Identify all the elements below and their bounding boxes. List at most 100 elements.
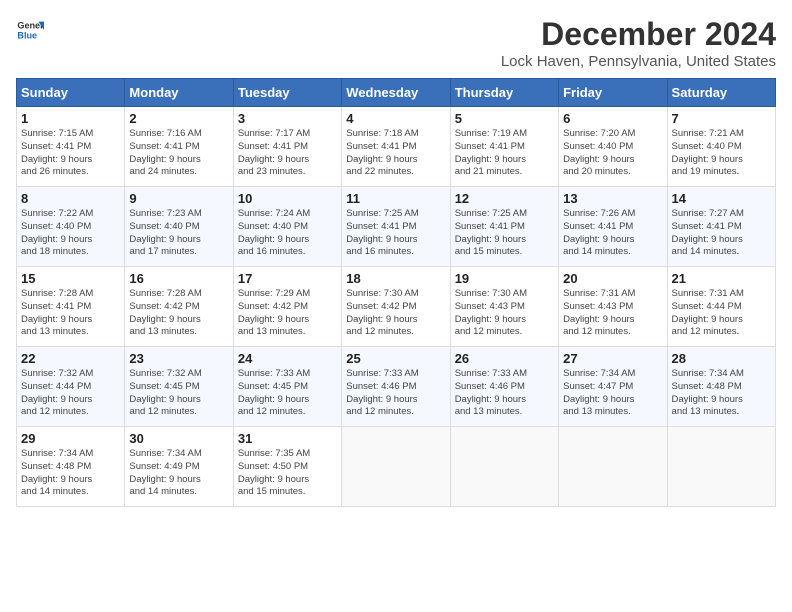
svg-text:Blue: Blue: [17, 30, 37, 40]
calendar-header-row: SundayMondayTuesdayWednesdayThursdayFrid…: [17, 79, 776, 107]
calendar-cell: 18Sunrise: 7:30 AM Sunset: 4:42 PM Dayli…: [342, 267, 450, 347]
day-info: Sunrise: 7:34 AM Sunset: 4:49 PM Dayligh…: [129, 448, 228, 499]
day-number: 5: [455, 111, 554, 126]
day-number: 17: [238, 271, 337, 286]
day-info: Sunrise: 7:21 AM Sunset: 4:40 PM Dayligh…: [672, 128, 771, 179]
calendar-cell: 4Sunrise: 7:18 AM Sunset: 4:41 PM Daylig…: [342, 107, 450, 187]
header: General Blue December 2024 Lock Haven, P…: [16, 16, 776, 70]
day-header-monday: Monday: [125, 79, 233, 107]
calendar-cell: 23 Sunrise: 7:32 AM Sunset: 4:45 PM Dayli…: [125, 347, 233, 427]
day-info: Sunrise: 7:30 AM Sunset: 4:42 PM Dayligh…: [346, 288, 445, 339]
day-info: Sunrise: 7:25 AM Sunset: 4:41 PM Dayligh…: [455, 208, 554, 259]
day-info: Sunrise: 7:29 AM Sunset: 4:42 PM Dayligh…: [238, 288, 337, 339]
day-number: 2: [129, 111, 228, 126]
calendar-cell: 3 Sunrise: 7:17 AM Sunset: 4:41 PM Daylig…: [233, 107, 341, 187]
calendar-cell: 10 Sunrise: 7:24 AM Sunset: 4:40 PM Dayli…: [233, 187, 341, 267]
day-number: 21: [672, 271, 771, 286]
day-info: Sunrise: 7:35 AM Sunset: 4:50 PM Dayligh…: [238, 448, 337, 499]
day-number: 26: [455, 351, 554, 366]
day-info: Sunrise: 7:33 AM Sunset: 4:46 PM Dayligh…: [455, 368, 554, 419]
calendar-cell: 27 Sunrise: 7:34 AM Sunset: 4:47 PM Dayli…: [559, 347, 667, 427]
calendar-cell: 30 Sunrise: 7:34 AM Sunset: 4:49 PM Dayli…: [125, 427, 233, 507]
day-info: Sunrise: 7:32 AM Sunset: 4:45 PM Dayligh…: [129, 368, 228, 419]
calendar-cell: 5 Sunrise: 7:19 AM Sunset: 4:41 PM Daylig…: [450, 107, 558, 187]
day-info: Sunrise: 7:28 AM Sunset: 4:42 PM Dayligh…: [129, 288, 228, 339]
day-number: 7: [672, 111, 771, 126]
day-number: 3: [238, 111, 337, 126]
main-title: December 2024: [501, 16, 776, 53]
calendar-cell: 13Sunrise: 7:26 AM Sunset: 4:41 PM Dayli…: [559, 187, 667, 267]
day-number: 9: [129, 191, 228, 206]
logo: General Blue: [16, 16, 44, 44]
week-row-3: 15Sunrise: 7:28 AM Sunset: 4:41 PM Dayli…: [17, 267, 776, 347]
day-number: 14: [672, 191, 771, 206]
day-info: Sunrise: 7:19 AM Sunset: 4:41 PM Dayligh…: [455, 128, 554, 179]
day-number: 11: [346, 191, 445, 206]
day-number: 6: [563, 111, 662, 126]
day-number: 16: [129, 271, 228, 286]
day-number: 22: [21, 351, 120, 366]
day-number: 10: [238, 191, 337, 206]
calendar-cell: [342, 427, 450, 507]
day-info: Sunrise: 7:22 AM Sunset: 4:40 PM Dayligh…: [21, 208, 120, 259]
calendar-cell: 6 Sunrise: 7:20 AM Sunset: 4:40 PM Daylig…: [559, 107, 667, 187]
day-header-wednesday: Wednesday: [342, 79, 450, 107]
day-info: Sunrise: 7:32 AM Sunset: 4:44 PM Dayligh…: [21, 368, 120, 419]
day-number: 28: [672, 351, 771, 366]
day-number: 31: [238, 431, 337, 446]
day-number: 12: [455, 191, 554, 206]
calendar-cell: 12 Sunrise: 7:25 AM Sunset: 4:41 PM Dayli…: [450, 187, 558, 267]
calendar-cell: 2 Sunrise: 7:16 AM Sunset: 4:41 PM Daylig…: [125, 107, 233, 187]
day-header-thursday: Thursday: [450, 79, 558, 107]
day-info: Sunrise: 7:34 AM Sunset: 4:48 PM Dayligh…: [672, 368, 771, 419]
day-info: Sunrise: 7:16 AM Sunset: 4:41 PM Dayligh…: [129, 128, 228, 179]
calendar-cell: 29 Sunrise: 7:34 AM Sunset: 4:48 PM Dayli…: [17, 427, 125, 507]
week-row-1: 1Sunrise: 7:15 AM Sunset: 4:41 PM Daylig…: [17, 107, 776, 187]
day-number: 19: [455, 271, 554, 286]
day-info: Sunrise: 7:18 AM Sunset: 4:41 PM Dayligh…: [346, 128, 445, 179]
calendar-cell: [667, 427, 775, 507]
calendar-cell: 19Sunrise: 7:30 AM Sunset: 4:43 PM Dayli…: [450, 267, 558, 347]
day-info: Sunrise: 7:17 AM Sunset: 4:41 PM Dayligh…: [238, 128, 337, 179]
day-info: Sunrise: 7:20 AM Sunset: 4:40 PM Dayligh…: [563, 128, 662, 179]
day-number: 15: [21, 271, 120, 286]
calendar-table: SundayMondayTuesdayWednesdayThursdayFrid…: [16, 78, 776, 507]
calendar-cell: 22 Sunrise: 7:32 AM Sunset: 4:44 PM Dayli…: [17, 347, 125, 427]
day-info: Sunrise: 7:24 AM Sunset: 4:40 PM Dayligh…: [238, 208, 337, 259]
day-info: Sunrise: 7:34 AM Sunset: 4:47 PM Dayligh…: [563, 368, 662, 419]
calendar-cell: 1Sunrise: 7:15 AM Sunset: 4:41 PM Daylig…: [17, 107, 125, 187]
calendar-cell: [450, 427, 558, 507]
day-info: Sunrise: 7:31 AM Sunset: 4:44 PM Dayligh…: [672, 288, 771, 339]
day-number: 20: [563, 271, 662, 286]
logo-icon: General Blue: [16, 16, 44, 44]
day-info: Sunrise: 7:26 AM Sunset: 4:41 PM Dayligh…: [563, 208, 662, 259]
calendar-cell: 8Sunrise: 7:22 AM Sunset: 4:40 PM Daylig…: [17, 187, 125, 267]
day-info: Sunrise: 7:25 AM Sunset: 4:41 PM Dayligh…: [346, 208, 445, 259]
day-info: Sunrise: 7:34 AM Sunset: 4:48 PM Dayligh…: [21, 448, 120, 499]
title-area: December 2024 Lock Haven, Pennsylvania, …: [501, 16, 776, 70]
day-number: 23: [129, 351, 228, 366]
calendar-cell: 15Sunrise: 7:28 AM Sunset: 4:41 PM Dayli…: [17, 267, 125, 347]
calendar-cell: 9Sunrise: 7:23 AM Sunset: 4:40 PM Daylig…: [125, 187, 233, 267]
subtitle: Lock Haven, Pennsylvania, United States: [501, 53, 776, 70]
calendar-body: 1Sunrise: 7:15 AM Sunset: 4:41 PM Daylig…: [17, 107, 776, 507]
calendar-cell: 20 Sunrise: 7:31 AM Sunset: 4:43 PM Dayli…: [559, 267, 667, 347]
calendar-cell: 21 Sunrise: 7:31 AM Sunset: 4:44 PM Dayli…: [667, 267, 775, 347]
week-row-2: 8Sunrise: 7:22 AM Sunset: 4:40 PM Daylig…: [17, 187, 776, 267]
day-header-friday: Friday: [559, 79, 667, 107]
day-info: Sunrise: 7:27 AM Sunset: 4:41 PM Dayligh…: [672, 208, 771, 259]
day-header-sunday: Sunday: [17, 79, 125, 107]
calendar-cell: 25Sunrise: 7:33 AM Sunset: 4:46 PM Dayli…: [342, 347, 450, 427]
week-row-4: 22 Sunrise: 7:32 AM Sunset: 4:44 PM Dayli…: [17, 347, 776, 427]
calendar-cell: 24 Sunrise: 7:33 AM Sunset: 4:45 PM Dayli…: [233, 347, 341, 427]
day-number: 29: [21, 431, 120, 446]
day-number: 30: [129, 431, 228, 446]
calendar-cell: [559, 427, 667, 507]
day-info: Sunrise: 7:33 AM Sunset: 4:45 PM Dayligh…: [238, 368, 337, 419]
day-number: 27: [563, 351, 662, 366]
calendar-cell: 16 Sunrise: 7:28 AM Sunset: 4:42 PM Dayli…: [125, 267, 233, 347]
day-number: 1: [21, 111, 120, 126]
day-info: Sunrise: 7:31 AM Sunset: 4:43 PM Dayligh…: [563, 288, 662, 339]
day-number: 24: [238, 351, 337, 366]
calendar-cell: 17 Sunrise: 7:29 AM Sunset: 4:42 PM Dayli…: [233, 267, 341, 347]
